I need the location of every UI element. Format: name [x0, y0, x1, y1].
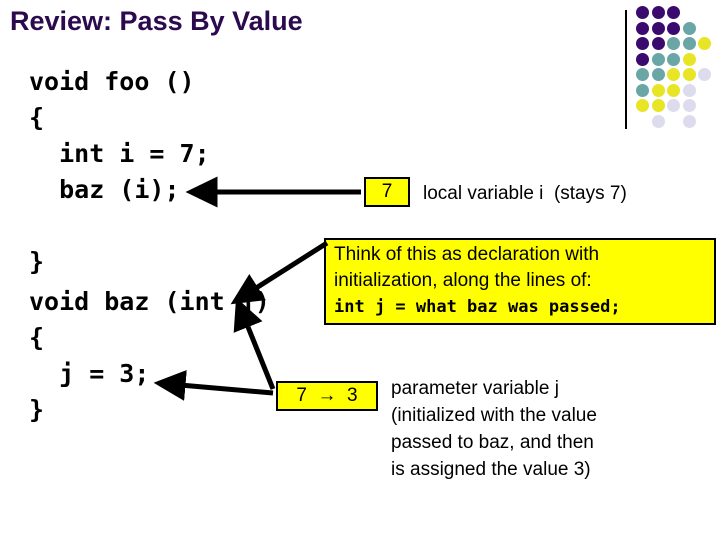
callout-line-1: Think of this as declaration with: [334, 244, 600, 265]
grid-dot: [667, 83, 680, 97]
grid-dot: [651, 37, 665, 50]
grid-dot: [651, 52, 665, 66]
vertical-divider: [625, 10, 627, 129]
grid-dot: [636, 52, 649, 66]
grid-dot: [682, 83, 696, 97]
grid-dot: [667, 6, 680, 19]
parameter-variable-annotation: parameter variable j (initialized with th…: [391, 375, 597, 483]
grid-dot: [651, 114, 665, 128]
parameter-variable-line-1: parameter variable j: [391, 378, 559, 399]
grid-dot: [667, 37, 680, 50]
callout-code-line: int j = what baz was passed;: [334, 297, 621, 317]
j-value-box: 7 → 3: [276, 381, 378, 411]
grid-dot: [651, 83, 665, 97]
callout-box: Think of this as declaration with initia…: [324, 238, 716, 325]
grid-dot: [636, 37, 649, 50]
grid-dot: [667, 21, 680, 35]
grid-dot: [651, 99, 665, 112]
grid-dot: [636, 21, 649, 35]
code-block-foo: void foo () { int i = 7; baz (i); }: [29, 67, 210, 276]
parameter-variable-line-2: (initialized with the value: [391, 405, 597, 426]
arrow-to-param-decl: [230, 240, 329, 305]
code-block-baz: void baz (int j) { j = 3; }: [29, 287, 270, 424]
grid-dot: [682, 21, 696, 35]
grid-dot: [682, 68, 696, 81]
grid-dot: [651, 68, 665, 81]
grid-dot: [682, 114, 696, 128]
page-title: Review: Pass By Value: [10, 6, 303, 36]
grid-dot: [667, 68, 680, 81]
grid-dot: [682, 37, 696, 50]
parameter-variable-line-3: passed to baz, and then: [391, 432, 594, 453]
grid-dot: [667, 99, 680, 112]
grid-dot: [636, 6, 649, 19]
grid-dot: [636, 99, 649, 112]
local-variable-annotation: local variable i (stays 7): [423, 183, 627, 204]
i-value-box: 7: [364, 177, 410, 207]
grid-dot: [636, 83, 649, 97]
slide-canvas: Review: Pass By Value void foo () { int …: [0, 0, 720, 540]
callout-line-2: initialization, along the lines of:: [334, 270, 592, 291]
grid-dot: [667, 52, 680, 66]
grid-dot: [698, 68, 711, 81]
grid-dot: [682, 99, 696, 112]
decorative-dot-grid: [636, 6, 720, 128]
grid-dot: [651, 21, 665, 35]
grid-dot: [698, 37, 711, 50]
grid-dot: [636, 68, 649, 81]
grid-dot: [651, 6, 665, 19]
grid-dot: [682, 52, 696, 66]
parameter-variable-line-4: is assigned the value 3): [391, 459, 591, 480]
